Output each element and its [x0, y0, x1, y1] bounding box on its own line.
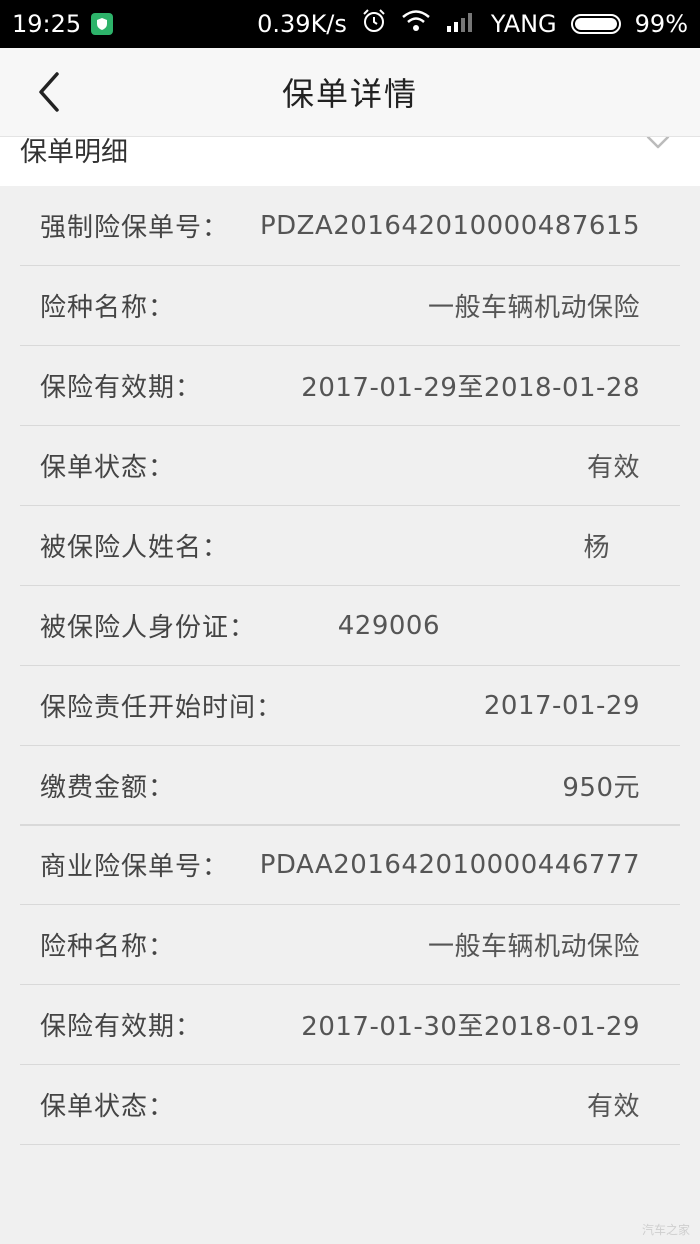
row-value: 一般车辆机动保险	[427, 293, 640, 323]
alarm-icon	[361, 8, 387, 40]
row-label: 保单状态：	[40, 453, 176, 483]
status-time: 19:25	[12, 10, 82, 38]
commercial-insurance-group: 商业险保单号： PDAA20164201000044677​7 险种名称： 一般…	[20, 824, 680, 1145]
row-value: 有效	[586, 1092, 640, 1122]
row-label: 被保险人身份证：	[40, 613, 257, 643]
table-row: 保险责任开始时间： 2017-01-29	[20, 666, 680, 746]
row-label: 商业险保单号：	[40, 852, 230, 882]
table-row: 被保险人身份证： 429006	[20, 586, 680, 666]
signal-icon	[445, 10, 477, 38]
row-value: 2017-01-29	[483, 690, 640, 721]
row-value: 杨	[583, 533, 610, 563]
app-header: 保单详情	[0, 48, 700, 136]
battery-percent: 99%	[634, 10, 688, 38]
row-label: 保险责任开始时间：	[40, 693, 284, 723]
status-bar: 19:25 0.39K/s YANG 99%	[0, 0, 700, 48]
table-row: 强制险保单号： PDZA20164201000048761​5	[20, 186, 680, 266]
row-value: 一般车辆机动保险	[427, 932, 640, 962]
table-row: 保险有效期： 2017-01-29至2018-01-28	[20, 346, 680, 426]
row-label: 险种名称：	[40, 293, 176, 323]
row-value: 950元	[562, 773, 640, 803]
page-title: 保单详情	[281, 75, 418, 113]
row-label: 险种名称：	[40, 932, 176, 962]
row-value: 2017-01-30至2018-01-29	[301, 1012, 640, 1042]
row-label: 强制险保单号：	[40, 213, 230, 243]
row-value: 有效	[586, 453, 640, 483]
compulsory-insurance-group: 强制险保单号： PDZA20164201000048761​5 险种名称： 一般…	[20, 186, 680, 826]
battery-icon	[570, 14, 621, 34]
carrier-name: YANG	[490, 10, 557, 38]
table-row: 保险有效期： 2017-01-30至2018-01-29	[20, 985, 680, 1065]
wifi-icon	[401, 9, 431, 39]
row-value: PDAA20164201000044677​7	[259, 849, 640, 880]
security-shield-icon	[91, 13, 114, 35]
row-value: 429006	[337, 610, 440, 641]
chevron-down-icon	[646, 134, 670, 153]
row-value: PDZA20164201000048761​5	[259, 210, 640, 241]
watermark: 汽车之家	[641, 1223, 690, 1237]
row-label: 保险有效期：	[40, 373, 203, 403]
table-row: 商业险保单号： PDAA20164201000044677​7	[20, 825, 680, 905]
row-label: 缴费金额：	[40, 773, 176, 803]
table-row: 险种名称： 一般车辆机动保险	[20, 905, 680, 985]
table-row: 保单状态： 有效	[20, 426, 680, 506]
row-value: 2017-01-29至2018-01-28	[301, 373, 640, 403]
row-label: 保险有效期：	[40, 1012, 203, 1042]
table-row: 缴费金额： 950元	[20, 746, 680, 826]
network-speed: 0.39K/s	[257, 10, 347, 38]
row-label: 保单状态：	[40, 1092, 176, 1122]
row-label: 被保险人姓名：	[40, 533, 230, 563]
table-row: 被保险人姓名： 杨	[20, 506, 680, 586]
table-row: 险种名称： 一般车辆机动保险	[20, 266, 680, 346]
table-row: 保单状态： 有效	[20, 1065, 680, 1145]
